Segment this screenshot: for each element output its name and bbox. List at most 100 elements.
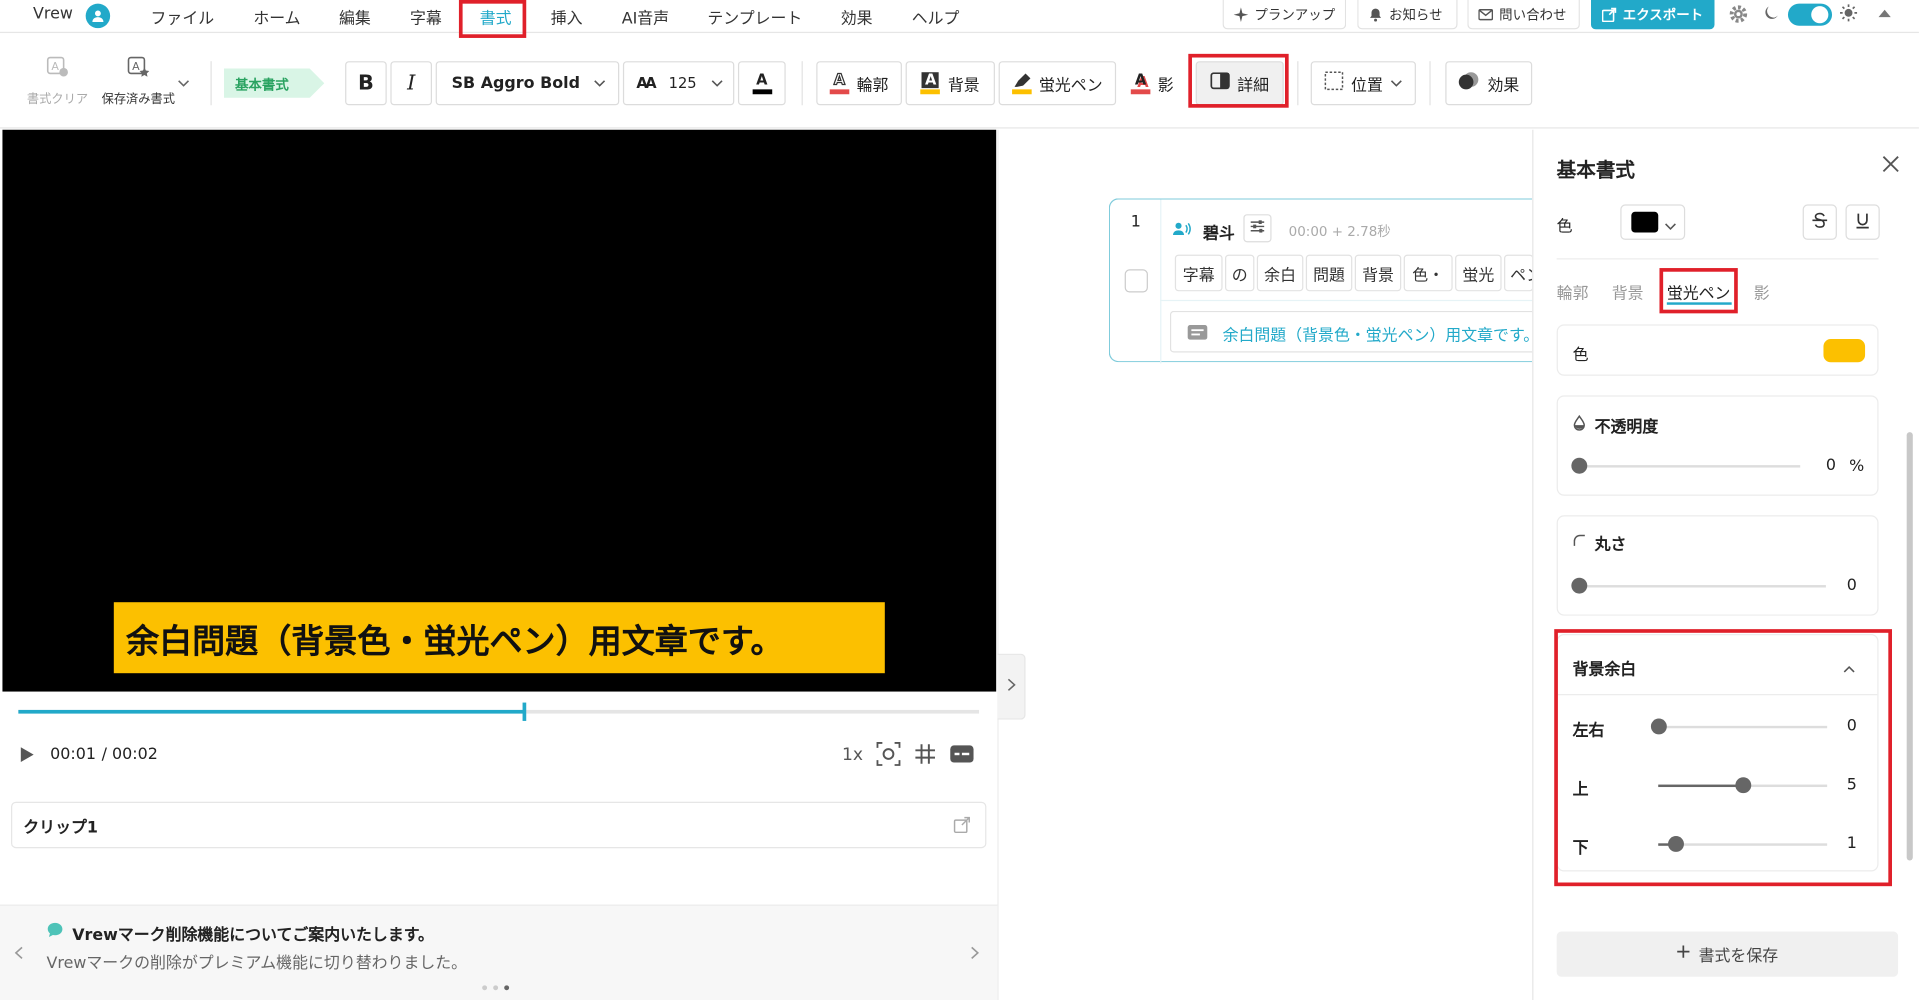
word-chip[interactable]: 蛍光 (1455, 254, 1502, 292)
text-color-swatch (1631, 211, 1659, 233)
menu-home[interactable]: ホーム (253, 5, 300, 28)
word-chip[interactable]: の (1225, 254, 1255, 292)
subtitle-overlay[interactable]: 余白問題（背景色・蛍光ペン）用文章です。 (113, 602, 885, 674)
chevron-right-icon (1007, 677, 1016, 695)
background-button[interactable]: A 背景 (905, 61, 995, 106)
menu-effect[interactable]: 効果 (841, 5, 873, 28)
speaker-name[interactable]: 碧斗 (1203, 220, 1235, 243)
effect-button[interactable]: 効果 (1445, 61, 1533, 106)
tab-background[interactable]: 背景 (1612, 280, 1644, 303)
plan-up-button[interactable]: プランアップ (1222, 0, 1347, 30)
close-icon[interactable] (1882, 155, 1899, 177)
menu-template[interactable]: テンプレート (707, 5, 802, 28)
highlighter-color-card: 色 (1556, 324, 1879, 376)
save-format-button[interactable]: 書式を保存 (1556, 931, 1899, 977)
highlighter-button[interactable]: 蛍光ペン (998, 61, 1117, 106)
saved-format-label: 保存済み書式 (101, 93, 176, 107)
clear-format-button[interactable]: A 書式クリア (24, 56, 90, 107)
collapse-up-icon[interactable] (1877, 6, 1892, 24)
toolbar-divider (1297, 61, 1299, 106)
text-color-letter: A (756, 70, 768, 89)
screenshot-icon[interactable] (876, 742, 901, 771)
preset-tag-label: 基本書式 (234, 77, 289, 94)
format-toolbar: A 書式クリア A 保存済み書式 基本書式 B I SB Aggro Bold … (0, 34, 1919, 129)
menu-edit[interactable]: 編集 (339, 5, 371, 28)
notice-button[interactable]: お知らせ (1357, 0, 1458, 30)
row-checkbox[interactable] (1124, 269, 1148, 293)
chevron-right-icon[interactable] (970, 946, 980, 964)
font-select[interactable]: SB Aggro Bold (435, 61, 620, 106)
timeline-scrubber[interactable] (18, 702, 980, 721)
toolbar-divider (210, 61, 212, 106)
word-chip[interactable]: 字幕 (1174, 254, 1223, 292)
highlighter-label: 蛍光ペン (1038, 76, 1103, 95)
play-icon[interactable] (18, 745, 35, 768)
contact-button[interactable]: 問い合わせ (1467, 0, 1580, 30)
strikethrough-button[interactable] (1802, 204, 1837, 240)
underline-button[interactable] (1845, 204, 1880, 240)
speaker-icon[interactable] (1172, 222, 1192, 242)
roundness-slider-thumb[interactable] (1571, 577, 1588, 594)
shadow-button[interactable]: A 影 (1119, 61, 1185, 106)
clip-card[interactable]: クリップ1 (11, 801, 987, 849)
tab-outline[interactable]: 輪郭 (1557, 280, 1589, 303)
chat-icon (47, 922, 64, 943)
pane-collapse-handle[interactable] (997, 653, 1026, 720)
menu-file[interactable]: ファイル (151, 5, 215, 28)
menu-insert[interactable]: 挿入 (551, 5, 583, 28)
theme-toggle[interactable] (1787, 3, 1833, 26)
subtitle-row[interactable]: 1 碧斗 00:00 + 2.78秒 字幕 の 余白 問題 背景 色・ 蛍光 ペ… (1108, 198, 1534, 364)
menu-bar: Vrew ファイル ホーム 編集 字幕 書式 挿入 AI音声 テンプレート 効果… (0, 0, 1919, 38)
menu-ai-voice[interactable]: AI音声 (622, 5, 669, 28)
outline-button[interactable]: A 輪郭 (816, 61, 902, 106)
sparkle-icon (1233, 6, 1249, 22)
text-color-button[interactable]: A (737, 61, 786, 106)
opacity-label: 不透明度 (1594, 418, 1659, 437)
word-chip[interactable]: 余白 (1256, 254, 1304, 292)
playback-speed[interactable]: 1x (842, 745, 863, 765)
highlighter-color-swatch[interactable] (1823, 339, 1866, 363)
user-avatar-icon[interactable] (85, 3, 111, 29)
preset-tag[interactable]: 基本書式 (223, 68, 325, 98)
plan-up-label: プランアップ (1254, 6, 1336, 23)
row-settings-button[interactable] (1243, 214, 1272, 243)
panel-scrollbar[interactable] (1906, 432, 1913, 861)
word-chip[interactable]: ペン (1504, 254, 1534, 292)
subtitle-toggle-icon[interactable] (950, 744, 974, 768)
bold-button[interactable]: B (345, 61, 387, 106)
video-preview[interactable]: 余白問題（背景色・蛍光ペン）用文章です。 (2, 129, 997, 692)
save-format-label: 書式を保存 (1698, 947, 1779, 966)
roundness-slider[interactable] (1571, 577, 1826, 594)
chevron-down-icon (594, 74, 606, 92)
export-button[interactable]: エクスポート (1590, 0, 1715, 30)
clear-format-label: 書式クリア (26, 93, 89, 107)
chevron-down-icon[interactable] (177, 75, 190, 93)
panel-title: 基本書式 (1556, 157, 1636, 182)
row-index: 1 (1130, 212, 1141, 232)
text-color-picker[interactable] (1620, 204, 1686, 240)
saved-format-icon: A (127, 56, 150, 80)
menu-subtitle[interactable]: 字幕 (410, 5, 442, 28)
word-chip[interactable]: 色・ (1403, 254, 1453, 292)
word-chip[interactable]: 問題 (1305, 254, 1353, 292)
timeline-playhead[interactable] (522, 702, 527, 721)
position-button[interactable]: 位置 (1310, 61, 1416, 106)
chevron-left-icon[interactable] (14, 946, 24, 964)
menu-help[interactable]: ヘルプ (912, 5, 960, 28)
opacity-slider[interactable] (1571, 457, 1801, 474)
font-size-select[interactable]: AA 125 (622, 61, 735, 106)
opacity-slider-thumb[interactable] (1571, 457, 1588, 474)
chevron-down-icon (1664, 218, 1676, 236)
underline-icon (1854, 211, 1871, 233)
notice-banner: Vrewマーク削除機能についてご案内いたします。 Vrewマークの削除がプレミア… (0, 904, 998, 1000)
gear-icon[interactable] (1728, 4, 1749, 30)
saved-format-button[interactable]: A 保存済み書式 (98, 56, 179, 107)
external-link-icon[interactable] (953, 816, 970, 838)
roundness-label: 丸さ (1594, 536, 1627, 555)
opacity-unit: % (1849, 457, 1865, 477)
word-chip[interactable]: 背景 (1354, 254, 1402, 292)
tab-shadow[interactable]: 影 (1754, 280, 1770, 303)
row-text-field[interactable]: 余白問題（背景色・蛍光ペン）用文章です。 (1169, 310, 1534, 353)
italic-button[interactable]: I (390, 61, 433, 106)
grid-icon[interactable] (914, 743, 936, 770)
